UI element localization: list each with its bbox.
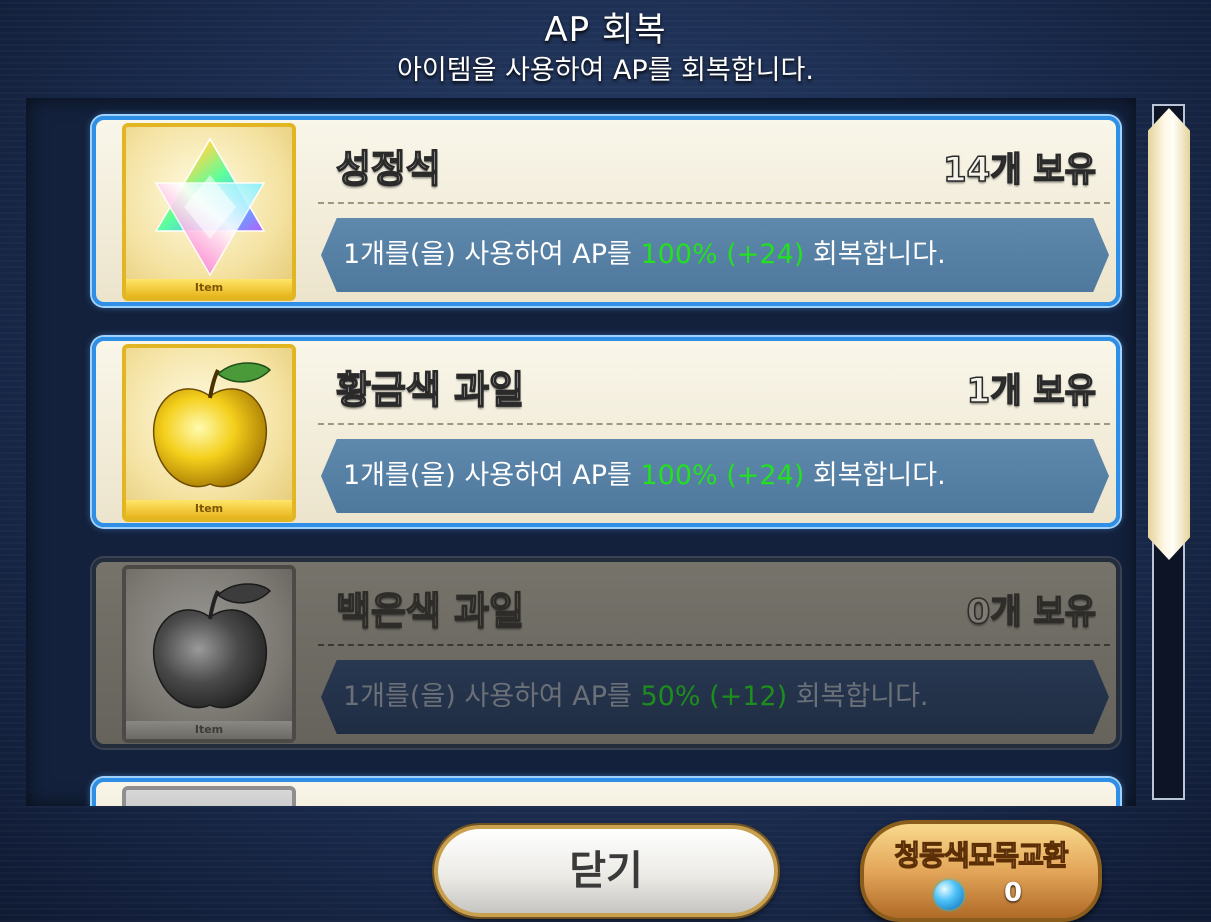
item-name: 백은색 과일: [335, 588, 525, 634]
item-tag: Item: [126, 500, 292, 518]
item-name: 황금색 과일: [335, 367, 525, 413]
exchange-count: 0: [1004, 878, 1023, 908]
item-card-golden-apple[interactable]: Item 황금색 과일 1개 보유 1개를(을) 사용하여 AP를 100% (…: [92, 337, 1120, 527]
golden-apple-icon: [152, 362, 272, 488]
desc-value: 100% (+24): [640, 460, 805, 491]
desc-value: 50% (+12): [640, 681, 788, 712]
item-description: 1개를(을) 사용하여 AP를 50% (+12) 회복합니다.: [321, 660, 1109, 734]
divider: [318, 423, 1110, 425]
item-card-silver-apple: Item 백은색 과일 0개 보유 1개를(을) 사용하여 AP를 50% (+…: [92, 558, 1120, 748]
close-button[interactable]: 닫기: [434, 825, 778, 917]
item-card-partial[interactable]: [92, 778, 1120, 806]
item-frame: Item: [122, 344, 296, 522]
item-description: 1개를(을) 사용하여 AP를 100% (+24) 회복합니다.: [321, 439, 1109, 513]
item-description: 1개를(을) 사용하여 AP를 100% (+24) 회복합니다.: [321, 218, 1109, 292]
desc-value: 100% (+24): [640, 239, 805, 270]
item-frame: Item: [122, 123, 296, 301]
desc-suffix: 회복합니다.: [787, 681, 929, 712]
desc-prefix: 1개를(을) 사용하여 AP를: [343, 239, 641, 270]
item-tag: Item: [126, 721, 292, 739]
item-list[interactable]: Item 성정석 14개 보유 1개를(을) 사용하여 AP를 100% (+2…: [26, 98, 1136, 806]
dialog-subtitle: 아이템을 사용하여 AP를 회복합니다.: [397, 55, 814, 86]
item-frame: Item: [122, 565, 296, 743]
desc-suffix: 회복합니다.: [804, 239, 946, 270]
dialog-title: AP 회복: [544, 10, 667, 50]
desc-prefix: 1개를(을) 사용하여 AP를: [343, 681, 641, 712]
exchange-label: 청동색묘목교환: [894, 838, 1070, 872]
item-count: 1개 보유: [966, 370, 1097, 412]
blue-gem-icon: [934, 880, 964, 910]
saint-quartz-icon: [154, 137, 266, 277]
desc-suffix: 회복합니다.: [804, 460, 946, 491]
item-name: 성정석: [335, 146, 441, 192]
sapling-exchange-button[interactable]: 청동색묘목교환 0: [860, 820, 1102, 922]
divider: [318, 644, 1110, 646]
item-count: 0개 보유: [966, 591, 1097, 633]
divider: [318, 202, 1110, 204]
scrollbar-thumb[interactable]: [1148, 108, 1190, 560]
silver-apple-icon: [152, 583, 272, 709]
item-frame: [122, 786, 296, 806]
item-count: 14개 보유: [942, 149, 1097, 191]
desc-prefix: 1개를(을) 사용하여 AP를: [343, 460, 641, 491]
item-card-saint-quartz[interactable]: Item 성정석 14개 보유 1개를(을) 사용하여 AP를 100% (+2…: [92, 116, 1120, 306]
item-tag: Item: [126, 279, 292, 297]
